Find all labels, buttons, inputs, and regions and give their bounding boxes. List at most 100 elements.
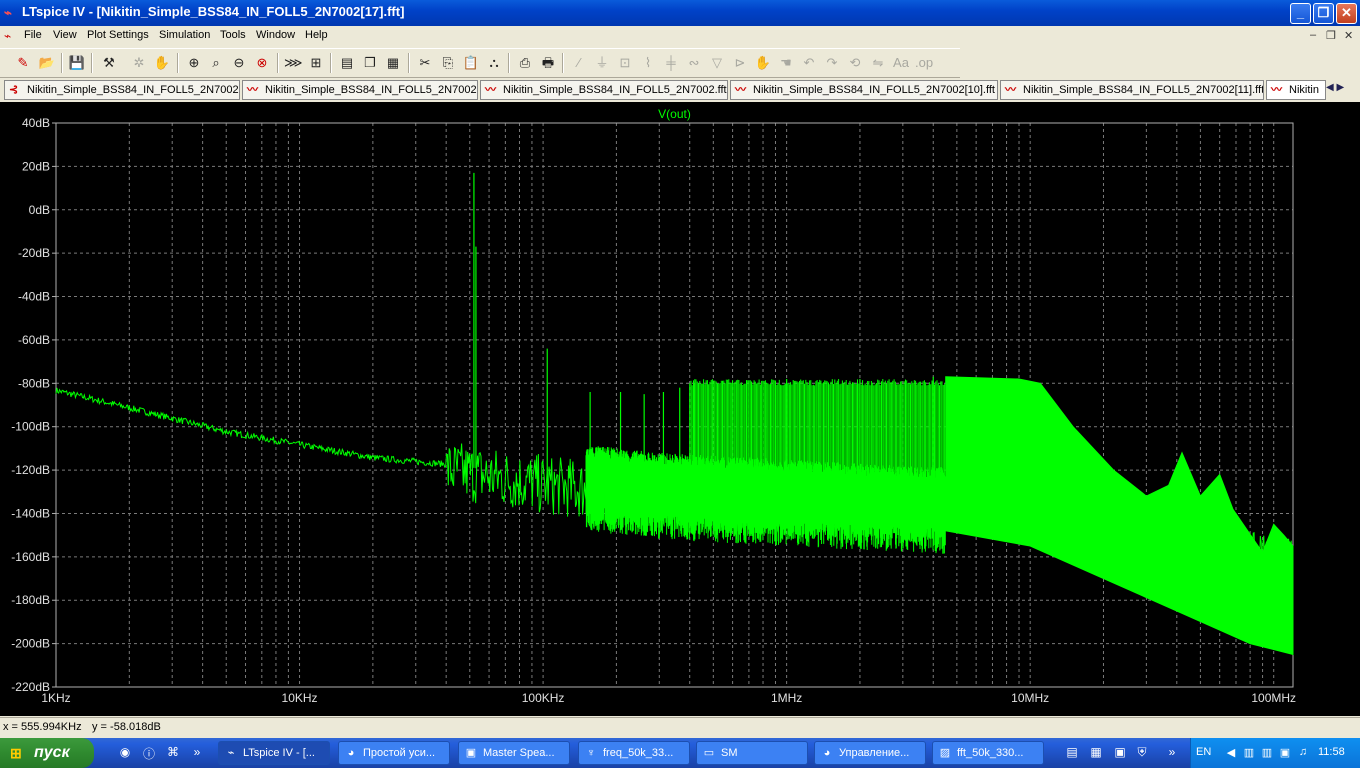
quicklaunch-info-icon[interactable]: ⓘ: [141, 745, 157, 761]
firefox-icon: ◕: [347, 747, 355, 759]
ground-icon[interactable]: ⏚: [593, 54, 611, 72]
inductor-icon[interactable]: ∾: [685, 54, 703, 72]
close-button[interactable]: ✕: [1336, 3, 1357, 24]
diode-icon[interactable]: ▽: [708, 54, 726, 72]
find-icon[interactable]: ⛬: [485, 54, 503, 72]
capacitor-icon[interactable]: ╪: [662, 54, 680, 72]
cascade-icon[interactable]: ❐: [361, 54, 379, 72]
title-bar: ⌁ LTspice IV - [Nikitin_Simple_BSS84_IN_…: [0, 0, 1360, 26]
quicklaunch-tool3-icon[interactable]: ▣: [1112, 745, 1128, 761]
task-sm-folder[interactable]: ▭ SM: [696, 741, 808, 765]
fft-chart[interactable]: 40dB 20dB 0dB -20dB -40dB -60dB -80dB -100dB -12…: [0, 102, 1360, 716]
start-button[interactable]: ⊞ пуск: [0, 738, 94, 768]
tray-volume-icon[interactable]: ♫: [1296, 746, 1310, 760]
waveform-icon: 〰: [247, 84, 258, 96]
menu-window[interactable]: Window: [256, 29, 295, 41]
mdi-close-button[interactable]: ✕: [1344, 29, 1353, 42]
menu-plot-settings[interactable]: Plot Settings: [87, 29, 149, 41]
mdi-minimize-button[interactable]: –: [1310, 29, 1316, 41]
tray-network-icon[interactable]: ▥: [1242, 746, 1256, 760]
quicklaunch-more2-icon[interactable]: »: [1164, 745, 1180, 761]
tab-scroll-arrows[interactable]: ◀ ▶: [1326, 82, 1344, 93]
rotate-icon[interactable]: ⟲: [846, 54, 864, 72]
quicklaunch-more-icon[interactable]: »: [189, 745, 205, 761]
pan-icon[interactable]: ⌕: [207, 54, 225, 72]
move-icon[interactable]: ✋: [754, 54, 772, 72]
redo-icon[interactable]: ↷: [823, 54, 841, 72]
y-tick-label: -180dB: [11, 593, 50, 607]
undo-icon[interactable]: ↶: [800, 54, 818, 72]
halt-icon[interactable]: ✋: [153, 54, 171, 72]
print-setup-icon[interactable]: ⎙: [516, 54, 534, 72]
wire-icon[interactable]: ∕: [570, 54, 588, 72]
task-firefox-1[interactable]: ◕ Простой уси...: [338, 741, 450, 765]
tab-fft-17[interactable]: 〰 Nikitin: [1266, 80, 1326, 100]
tray-arrow-icon[interactable]: ◀: [1224, 746, 1238, 760]
tab-waveform[interactable]: 〰 Nikitin_Simple_BSS84_IN_FOLL5_2N7002: [242, 80, 478, 100]
windows-logo-icon: ⊞: [10, 745, 22, 761]
print-icon[interactable]: 🖶: [539, 54, 557, 72]
tile-horizontal-icon[interactable]: ▤: [338, 54, 356, 72]
restore-button[interactable]: ❐: [1313, 3, 1334, 24]
paste-icon[interactable]: 📋: [462, 54, 480, 72]
menu-help[interactable]: Help: [305, 29, 328, 41]
tray-network2-icon[interactable]: ▥: [1260, 746, 1274, 760]
tile-vertical-icon[interactable]: ▦: [384, 54, 402, 72]
task-ltspice[interactable]: ⌁ LTspice IV - [...: [218, 741, 330, 765]
document-icon[interactable]: ⌁: [4, 29, 18, 43]
quicklaunch-tool2-icon[interactable]: ▦: [1088, 745, 1104, 761]
quicklaunch-tool1-icon[interactable]: ▤: [1064, 745, 1080, 761]
zoom-fit-icon[interactable]: ⊗: [253, 54, 271, 72]
spice-directive-icon[interactable]: .op: [915, 54, 933, 72]
drag-icon[interactable]: ☚: [777, 54, 795, 72]
copy-icon[interactable]: ⎘: [439, 54, 457, 72]
resistor-icon[interactable]: ⌇: [639, 54, 657, 72]
new-schematic-icon[interactable]: ✎: [14, 54, 32, 72]
run-icon[interactable]: ✲: [130, 54, 148, 72]
menu-file[interactable]: File: [24, 29, 42, 41]
mirror-icon[interactable]: ⇋: [869, 54, 887, 72]
component-icon[interactable]: ⊳: [731, 54, 749, 72]
task-firefox-2[interactable]: ◕ Управление...: [814, 741, 926, 765]
task-fft-image[interactable]: ▨ fft_50k_330...: [932, 741, 1044, 765]
y-tick-label: 20dB: [22, 159, 50, 173]
tray-display-icon[interactable]: ▣: [1278, 746, 1292, 760]
waveform-icon: 〰: [1005, 84, 1016, 96]
quicklaunch-app-icon[interactable]: ⌘: [165, 745, 181, 761]
tab-fft-11[interactable]: 〰 Nikitin_Simple_BSS84_IN_FOLL5_2N7002[11…: [1000, 80, 1264, 100]
pick-traces-icon[interactable]: ⊞: [307, 54, 325, 72]
tab-schematic[interactable]: ⊰ Nikitin_Simple_BSS84_IN_FOLL5_2N7002: [4, 80, 240, 100]
x-tick-label: 10MHz: [1011, 691, 1049, 705]
zoom-area-icon[interactable]: ⊕: [185, 54, 203, 72]
series-band-v-out: [945, 376, 1294, 656]
autorange-icon[interactable]: ⋙: [284, 54, 303, 72]
schematic-icon: ⊰: [9, 84, 19, 96]
task-freq-file[interactable]: ♆ freq_50k_33...: [578, 741, 690, 765]
menu-simulation[interactable]: Simulation: [159, 29, 210, 41]
label-net-icon[interactable]: ⊡: [616, 54, 634, 72]
control-panel-icon[interactable]: ⚒: [100, 54, 118, 72]
plot-frame: [55, 122, 1294, 688]
mdi-restore-button[interactable]: ❐: [1326, 29, 1336, 42]
y-tick-label: -80dB: [18, 376, 50, 390]
cut-icon[interactable]: ✂: [416, 54, 434, 72]
zoom-out-icon[interactable]: ⊖: [230, 54, 248, 72]
x-tick-label: 100MHz: [1251, 691, 1296, 705]
save-icon[interactable]: 💾: [68, 54, 86, 72]
menu-tools[interactable]: Tools: [220, 29, 246, 41]
menu-view[interactable]: View: [53, 29, 77, 41]
tab-fft[interactable]: 〰 Nikitin_Simple_BSS84_IN_FOLL5_2N7002.ff…: [480, 80, 728, 100]
quicklaunch-tool4-icon[interactable]: ⛨: [1134, 745, 1150, 761]
image-icon: ▨: [939, 747, 951, 759]
language-indicator[interactable]: EN: [1196, 746, 1211, 758]
tab-fft-10[interactable]: 〰 Nikitin_Simple_BSS84_IN_FOLL5_2N7002[10…: [730, 80, 998, 100]
quicklaunch-browser-icon[interactable]: ◉: [117, 745, 133, 761]
plot-pane[interactable]: 40dB 20dB 0dB -20dB -40dB -60dB -80dB -100dB -12…: [0, 102, 1360, 716]
minimize-button[interactable]: _: [1290, 3, 1311, 24]
y-tick-label: -60dB: [18, 333, 50, 347]
text-icon[interactable]: Aa: [892, 54, 910, 72]
task-master-speaker[interactable]: ▣ Master Spea...: [458, 741, 570, 765]
cursor-y-readout: y = -58.018dB: [92, 721, 161, 733]
y-tick-label: 40dB: [22, 116, 50, 130]
open-icon[interactable]: 📂: [38, 54, 56, 72]
